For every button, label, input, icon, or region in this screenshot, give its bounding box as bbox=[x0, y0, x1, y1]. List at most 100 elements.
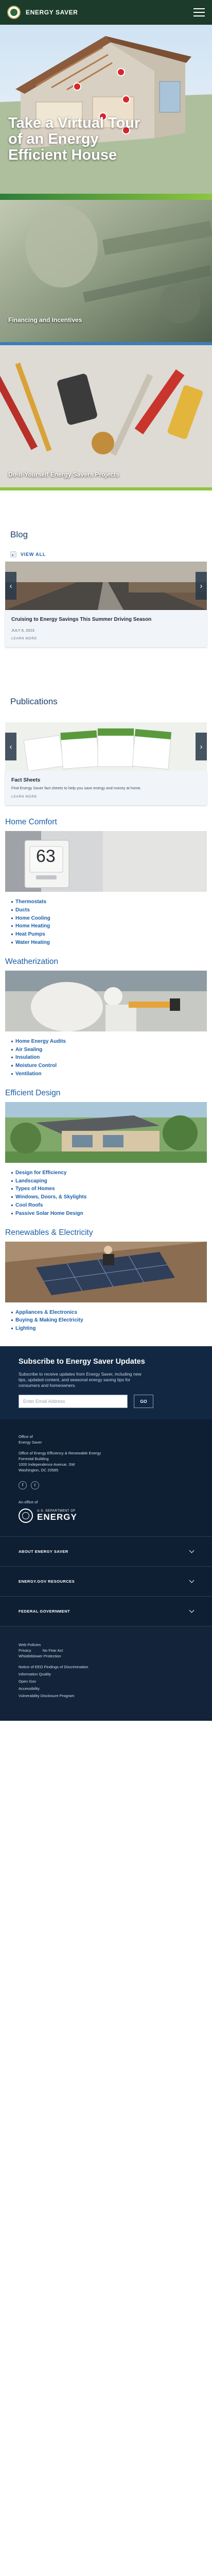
publications-carousel-next-arrow[interactable]: › bbox=[196, 733, 207, 760]
footer-social-links: f t bbox=[19, 1481, 193, 1489]
blog-carousel-prev-arrow[interactable]: ‹ bbox=[5, 572, 16, 600]
footer-link-eeo-findings[interactable]: Notice of EEO Findings of Discrimination bbox=[19, 1664, 96, 1670]
accordion-label: ABOUT ENERGY SAVER bbox=[19, 1549, 68, 1554]
doe-logo-big-text: ENERGY bbox=[37, 1512, 77, 1522]
publications-card-learn-more[interactable]: LEARN MORE bbox=[11, 795, 37, 799]
weatherization-image[interactable] bbox=[5, 970, 207, 1031]
home-comfort-links: Thermostats Ducts Home Cooling Home Heat… bbox=[0, 892, 212, 947]
section-spacer bbox=[0, 490, 212, 517]
hero-title: Take a Virtual Tour of an Energy Efficie… bbox=[8, 115, 140, 163]
footer-link-accessibility[interactable]: Accessibility bbox=[19, 1686, 193, 1691]
weatherization-links: Home Energy Audits Air Sealing Insulatio… bbox=[0, 1031, 212, 1078]
topic-link-home-cooling[interactable]: Home Cooling bbox=[11, 914, 212, 923]
topic-link-landscaping[interactable]: Landscaping bbox=[11, 1177, 212, 1185]
site-title[interactable]: ENERGY SAVER bbox=[26, 9, 78, 16]
virtual-tour-hero[interactable]: Take a Virtual Tour of an Energy Efficie… bbox=[0, 25, 212, 200]
blog-card-image[interactable]: ‹ › bbox=[5, 562, 207, 610]
footer-address-line-3: Washington, DC 20585 bbox=[19, 1467, 59, 1472]
topic-link-buying-making-electricity[interactable]: Buying & Making Electricity bbox=[11, 1316, 212, 1325]
footer-link-column: Notice of EEO Findings of Discrimination… bbox=[19, 1664, 193, 1699]
blog-card[interactable]: Cruising to Energy Savings This Summer D… bbox=[5, 610, 207, 647]
topic-link-home-energy-audits[interactable]: Home Energy Audits bbox=[11, 1038, 212, 1046]
topic-link-ducts[interactable]: Ducts bbox=[11, 906, 212, 914]
publications-carousel-prev-arrow[interactable]: ‹ bbox=[5, 733, 16, 760]
blog-card-date: JULY 6, 2023 bbox=[11, 628, 34, 633]
topic-link-heat-pumps[interactable]: Heat Pumps bbox=[11, 930, 212, 939]
home-comfort-image[interactable]: 63 bbox=[5, 831, 207, 892]
topic-link-lighting[interactable]: Lighting bbox=[11, 1325, 212, 1333]
topic-link-home-heating[interactable]: Home Heating bbox=[11, 922, 212, 930]
publications-card-title[interactable]: Fact Sheets bbox=[11, 777, 201, 784]
home-comfort-heading[interactable]: Home Comfort bbox=[0, 818, 212, 827]
footer-link-information-quality[interactable]: Information Quality bbox=[19, 1671, 193, 1677]
topic-link-passive-solar-design[interactable]: Passive Solar Home Design bbox=[11, 1210, 212, 1218]
solar-roof-photo bbox=[5, 1241, 207, 1302]
tools-photo bbox=[0, 345, 212, 490]
house-cutaway-illustration bbox=[0, 36, 212, 200]
chevron-down-icon bbox=[189, 1548, 195, 1553]
doe-seal-icon bbox=[19, 1508, 33, 1523]
footer-link-whistleblower[interactable]: Whistleblower Protection bbox=[19, 1653, 193, 1659]
subscribe-text: Subscribe to receive updates from Energy… bbox=[19, 1371, 142, 1388]
blog-carousel-next-arrow[interactable]: › bbox=[196, 572, 207, 600]
publications-card-image[interactable]: ‹ › bbox=[5, 722, 207, 771]
topic-link-cool-roofs[interactable]: Cool Roofs bbox=[11, 1201, 212, 1210]
footer-link-privacy[interactable]: Privacy bbox=[19, 1648, 31, 1653]
topic-link-water-heating[interactable]: Water Heating bbox=[11, 939, 212, 947]
financing-incentives-tile[interactable]: Financing and Incentives bbox=[0, 200, 212, 345]
insulation-worker-photo bbox=[5, 970, 207, 1031]
facebook-icon[interactable]: f bbox=[19, 1481, 27, 1489]
efficient-design-image[interactable] bbox=[5, 1101, 207, 1163]
modern-house-photo bbox=[5, 1101, 207, 1163]
topic-link-types-of-homes[interactable]: Types of Homes bbox=[11, 1185, 212, 1193]
efficient-design-section: Efficient Design Design for Efficiency L… bbox=[0, 1089, 212, 1218]
doe-logo[interactable]: U.S. DEPARTMENT OF ENERGY bbox=[19, 1508, 193, 1523]
accordion-energy-gov-resources[interactable]: ENERGY.GOV RESOURCES bbox=[0, 1566, 212, 1596]
footer-link-open-gov[interactable]: Open Gov bbox=[19, 1679, 193, 1684]
topic-link-design-for-efficiency[interactable]: Design for Efficiency bbox=[11, 1169, 212, 1177]
renewables-section: Renewables & Electricity Appliances & El… bbox=[0, 1228, 212, 1333]
weatherization-section: Weatherization Home Energy Audits Air Se… bbox=[0, 957, 212, 1078]
twitter-icon[interactable]: t bbox=[31, 1481, 39, 1489]
topic-link-windows-doors-skylights[interactable]: Windows, Doors, & Skylights bbox=[11, 1193, 212, 1201]
renewables-heading[interactable]: Renewables & Electricity bbox=[0, 1228, 212, 1238]
renewables-image[interactable] bbox=[5, 1241, 207, 1302]
footer-link-web-policies[interactable]: Web Policies bbox=[19, 1642, 193, 1648]
footer-link-row: Privacy No Fear Act bbox=[19, 1648, 193, 1653]
doe-seal-logo[interactable] bbox=[7, 6, 21, 19]
footer-address-line-1: Forrestal Building bbox=[19, 1456, 49, 1461]
topic-link-ventilation[interactable]: Ventilation bbox=[11, 1070, 212, 1078]
blog-carousel: ‹ › Cruising to Energy Savings This Summ… bbox=[5, 562, 207, 647]
topic-link-thermostats[interactable]: Thermostats bbox=[11, 898, 212, 906]
topic-link-insulation[interactable]: Insulation bbox=[11, 1054, 212, 1062]
accordion-about-energy-saver[interactable]: ABOUT ENERGY SAVER bbox=[0, 1536, 212, 1566]
hamburger-menu-icon[interactable] bbox=[193, 8, 205, 16]
site-footer: Office of Energy Saver Office of Energy … bbox=[0, 1419, 212, 1721]
footer-office-line-2: Energy Saver bbox=[19, 1439, 42, 1445]
efficient-design-links: Design for Efficiency Landscaping Types … bbox=[0, 1163, 212, 1218]
footer-policy-links: Web Policies Privacy No Fear Act Whistle… bbox=[0, 1625, 212, 1721]
publications-card[interactable]: Fact Sheets Find Energy Saver fact sheet… bbox=[5, 771, 207, 805]
blog-card-title[interactable]: Cruising to Energy Savings This Summer D… bbox=[11, 616, 201, 623]
subscribe-go-button[interactable]: GO bbox=[134, 1394, 153, 1408]
fact-sheets-photo bbox=[5, 722, 207, 771]
subscribe-title: Subscribe to Energy Saver Updates bbox=[19, 1357, 145, 1366]
footer-eere-line: Office of Energy Efficiency & Renewable … bbox=[19, 1450, 101, 1455]
diy-tile-label: Do-It-Yourself Energy Savers Projects bbox=[8, 471, 119, 478]
diy-projects-tile[interactable]: Do-It-Yourself Energy Savers Projects bbox=[0, 345, 212, 490]
topic-link-air-sealing[interactable]: Air Sealing bbox=[11, 1046, 212, 1054]
topic-link-appliances-electronics[interactable]: Appliances & Electronics bbox=[11, 1309, 212, 1317]
accordion-federal-government[interactable]: FEDERAL GOVERNMENT bbox=[0, 1596, 212, 1626]
weatherization-heading[interactable]: Weatherization bbox=[0, 957, 212, 967]
footer-accordion: ABOUT ENERGY SAVER ENERGY.GOV RESOURCES … bbox=[0, 1536, 212, 1626]
accordion-label: ENERGY.GOV RESOURCES bbox=[19, 1579, 75, 1584]
blog-card-learn-more[interactable]: LEARN MORE bbox=[11, 637, 37, 640]
subscribe-email-input[interactable] bbox=[19, 1394, 128, 1408]
blog-view-all-link[interactable]: VIEW ALL bbox=[21, 552, 46, 557]
footer-link-vulnerability-disclosure[interactable]: Vulnerability Disclosure Program bbox=[19, 1693, 96, 1699]
footer-link-no-fear-act[interactable]: No Fear Act bbox=[43, 1648, 63, 1653]
topic-link-moisture-control[interactable]: Moisture Control bbox=[11, 1062, 212, 1070]
blog-section: Blog VIEW ALL bbox=[0, 517, 212, 557]
efficient-design-heading[interactable]: Efficient Design bbox=[0, 1089, 212, 1098]
rss-icon bbox=[10, 551, 16, 557]
